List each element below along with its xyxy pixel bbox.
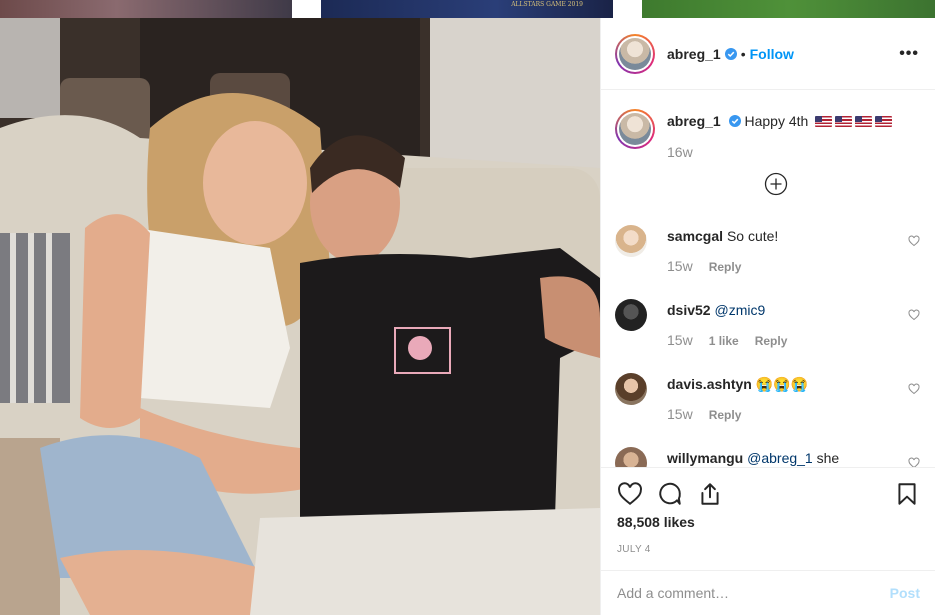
- commenter-username[interactable]: davis.ashtyn: [667, 376, 752, 392]
- us-flag-icon: [835, 116, 853, 127]
- thumbnail-text: ALLSTARS GAME 2019: [511, 1, 583, 8]
- comment-timestamp[interactable]: 15w: [667, 406, 693, 422]
- comment-text: 😭😭😭: [755, 376, 809, 392]
- comment-like-heart-icon[interactable]: [908, 383, 920, 395]
- comment-timestamp[interactable]: 15w: [667, 258, 693, 274]
- comment-item: willymangu @abreg_1 she: [615, 447, 920, 467]
- comment-input[interactable]: [617, 585, 890, 601]
- caption-avatar[interactable]: [615, 109, 655, 149]
- comment-mention[interactable]: @abreg_1: [747, 450, 813, 466]
- post-photo[interactable]: [0, 18, 600, 615]
- comment-item: dsiv52 @zmic9 15w 1 like Reply: [615, 299, 920, 348]
- commenter-username[interactable]: willymangu: [667, 450, 743, 466]
- thumbnail-strip: ALLSTARS GAME 2019: [0, 0, 935, 18]
- caption-username[interactable]: abreg_1: [667, 113, 721, 129]
- comment-timestamp[interactable]: 15w: [667, 332, 693, 348]
- comment-item: samcgal So cute! 15w Reply: [615, 225, 920, 274]
- load-more-comments-icon[interactable]: [764, 172, 788, 196]
- commenter-avatar[interactable]: [615, 299, 647, 331]
- likes-count[interactable]: 88,508 likes: [617, 514, 920, 530]
- commenter-username[interactable]: dsiv52: [667, 302, 711, 318]
- verified-badge-icon: [728, 115, 741, 127]
- thumbnail-3[interactable]: [642, 0, 935, 18]
- us-flag-icon: [815, 116, 833, 127]
- separator-dot: •: [740, 45, 746, 62]
- post-photo-illustration: [0, 18, 600, 615]
- caption-text: Happy 4th: [744, 113, 809, 129]
- comment-text: So cute!: [726, 228, 779, 244]
- comment-like-count[interactable]: 1 like: [709, 334, 739, 348]
- commenter-avatar[interactable]: [615, 225, 647, 257]
- comment-like-heart-icon[interactable]: [908, 309, 920, 321]
- post-header: abreg_1 • Follow •••: [601, 18, 935, 90]
- reply-button[interactable]: Reply: [709, 260, 742, 274]
- commenter-username[interactable]: samcgal: [667, 228, 723, 244]
- add-comment-bar: Post: [601, 570, 935, 615]
- us-flag-icon: [855, 116, 873, 127]
- action-icons: [617, 468, 920, 520]
- post-comment-button[interactable]: Post: [890, 585, 920, 601]
- post-date[interactable]: JULY 4: [617, 544, 920, 555]
- verified-badge-icon: [724, 47, 737, 60]
- more-options-icon[interactable]: •••: [899, 45, 919, 63]
- comment-text: she: [816, 450, 840, 466]
- commenter-avatar[interactable]: [615, 373, 647, 405]
- comments-list[interactable]: abreg_1 Happy 4th 16w samcgal So cute! 1…: [601, 91, 935, 467]
- caption-timestamp[interactable]: 16w: [667, 144, 892, 160]
- us-flag-icon: [875, 116, 893, 127]
- commenter-avatar[interactable]: [615, 447, 647, 467]
- reply-button[interactable]: Reply: [755, 334, 788, 348]
- post-actions: 88,508 likes JULY 4: [601, 467, 935, 555]
- post-caption: abreg_1 Happy 4th 16w: [601, 91, 935, 160]
- post-details-panel: abreg_1 • Follow ••• abreg_1 Happy 4th 1…: [600, 18, 935, 615]
- thumbnail-2[interactable]: ALLSTARS GAME 2019: [321, 0, 613, 18]
- heart-icon[interactable]: [617, 481, 643, 507]
- comment-like-heart-icon[interactable]: [908, 457, 920, 467]
- comment-like-heart-icon[interactable]: [908, 235, 920, 247]
- thumbnail-1[interactable]: [0, 0, 292, 18]
- follow-button[interactable]: Follow: [750, 46, 794, 62]
- comment-mention[interactable]: @zmic9: [714, 302, 765, 318]
- bookmark-icon[interactable]: [894, 481, 920, 507]
- author-username[interactable]: abreg_1: [667, 46, 721, 62]
- comment-item: davis.ashtyn 😭😭😭 15w Reply: [615, 373, 920, 422]
- share-icon[interactable]: [697, 481, 723, 507]
- comment-icon[interactable]: [657, 481, 683, 507]
- author-avatar[interactable]: [615, 33, 655, 74]
- reply-button[interactable]: Reply: [709, 408, 742, 422]
